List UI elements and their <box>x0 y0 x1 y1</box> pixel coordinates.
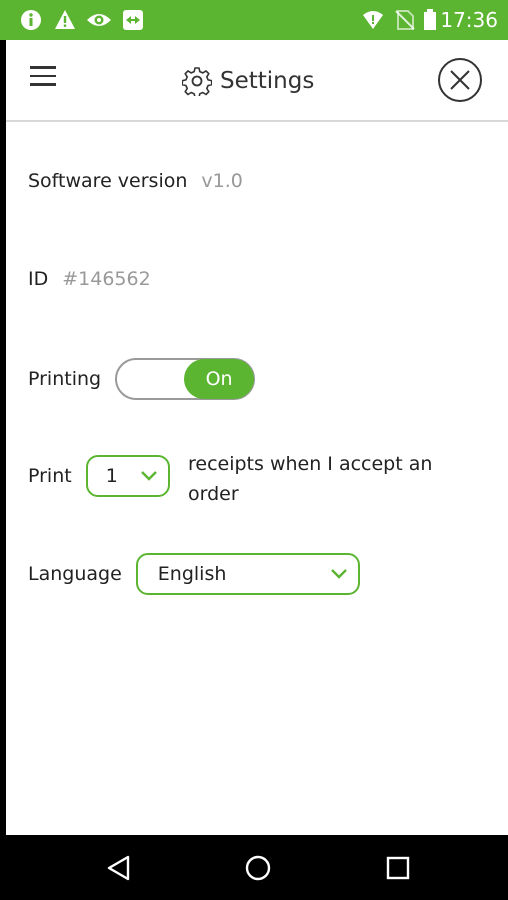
language-select[interactable]: English <box>135 553 360 595</box>
title-group: Settings <box>182 64 314 98</box>
menu-button[interactable] <box>30 66 60 92</box>
id-row: ID #146562 <box>28 268 151 290</box>
print-label: Print <box>28 465 72 487</box>
warning-icon <box>55 10 75 29</box>
page-title: Settings <box>220 68 315 94</box>
info-icon <box>21 10 41 30</box>
status-bar: 17:36 <box>0 0 508 40</box>
print-count-select[interactable]: 1 <box>85 455 170 497</box>
language-label: Language <box>28 563 122 585</box>
print-row: Print 1 <box>28 455 170 497</box>
software-version-row: Software version v1.0 <box>28 170 243 192</box>
chevron-down-icon <box>140 471 157 481</box>
chevron-down-icon <box>330 569 347 579</box>
back-icon[interactable] <box>104 853 134 883</box>
home-icon[interactable] <box>243 853 273 883</box>
language-row: Language English <box>28 553 360 595</box>
id-value: #146562 <box>62 268 151 290</box>
hamburger-icon <box>30 66 56 69</box>
settings-screen: Settings Software version v1.0 ID #14656… <box>6 40 508 835</box>
recents-icon[interactable] <box>383 853 413 883</box>
print-count-value: 1 <box>105 465 118 487</box>
battery-icon <box>424 9 436 30</box>
remote-icon <box>123 10 143 30</box>
software-version-value: v1.0 <box>201 170 243 192</box>
printing-label: Printing <box>28 368 102 390</box>
navigation-bar <box>0 835 508 900</box>
app-bar: Settings <box>6 40 508 122</box>
close-button[interactable] <box>438 58 482 102</box>
close-icon <box>450 70 470 90</box>
printing-toggle[interactable]: On <box>115 358 256 400</box>
id-label: ID <box>28 268 49 290</box>
software-version-label: Software version <box>28 170 188 192</box>
language-value: English <box>157 563 227 585</box>
wifi-icon <box>363 11 383 29</box>
no-sim-icon <box>395 10 415 30</box>
printing-toggle-on: On <box>184 359 255 399</box>
gear-icon <box>182 67 212 96</box>
printing-row: Printing On <box>28 358 256 400</box>
clock: 17:36 <box>440 8 498 32</box>
print-description: receipts when I accept an order <box>188 453 433 505</box>
eye-icon <box>87 14 111 26</box>
